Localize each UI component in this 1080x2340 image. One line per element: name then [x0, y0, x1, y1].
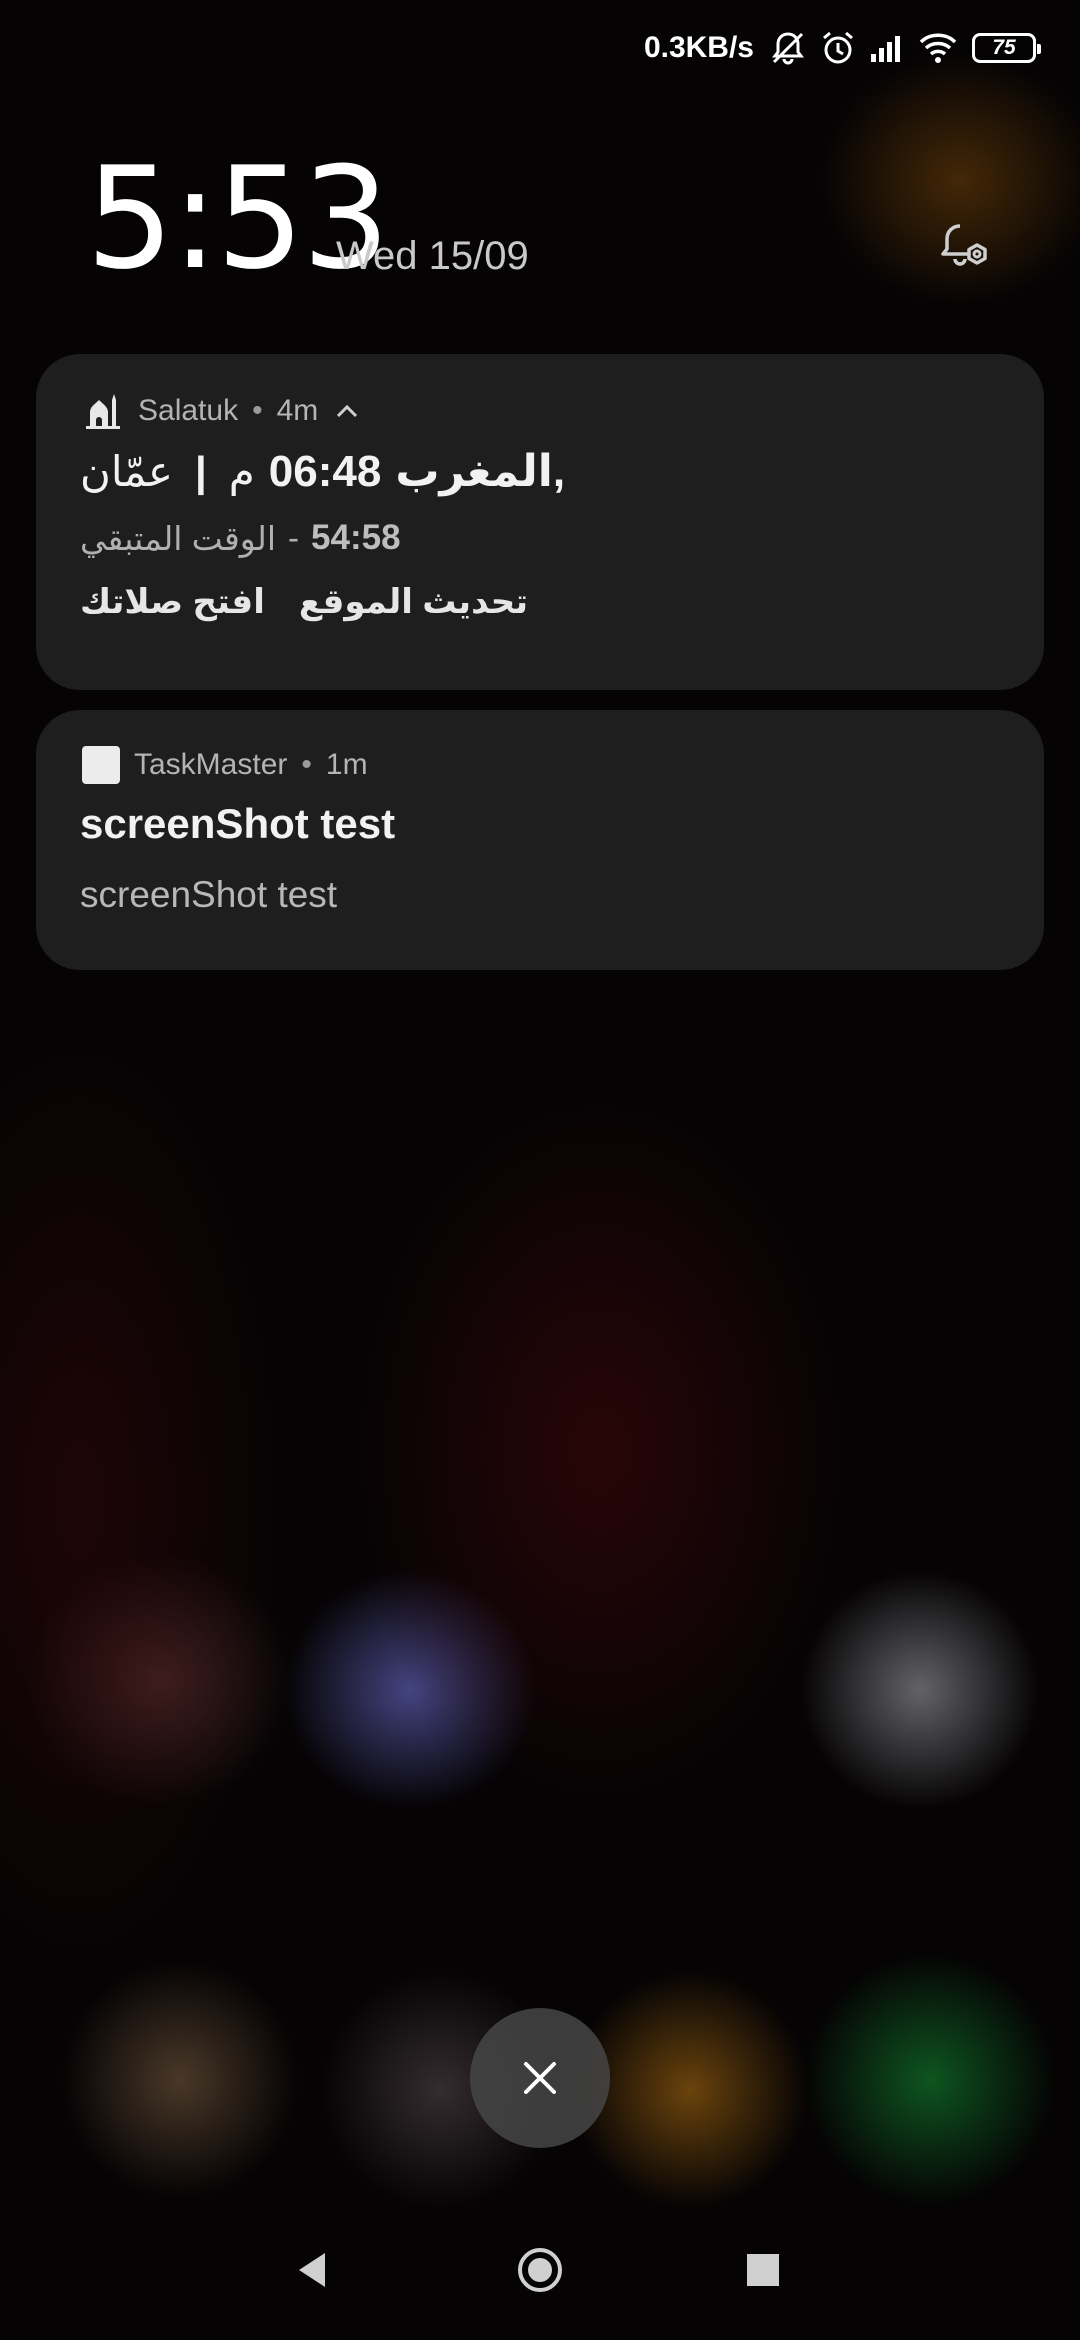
- notification-body: screenShot test: [80, 874, 338, 915]
- navigation-bar: [0, 2240, 1080, 2310]
- wifi-icon: [918, 28, 958, 68]
- notification-header: Salatuk • 4m: [82, 390, 362, 432]
- action-update-location-button[interactable]: تحديث الموقع: [299, 582, 528, 622]
- battery-level: 75: [992, 36, 1016, 59]
- city-name: عمّان: [80, 448, 173, 495]
- network-speed: 0.3KB/s: [643, 31, 754, 64]
- back-button[interactable]: [284, 2240, 344, 2300]
- action-open-salatuk-button[interactable]: افتح صلاتك: [80, 582, 265, 622]
- signal-icon: [868, 28, 908, 68]
- remaining-dash: -: [288, 519, 300, 556]
- prayer-name: المغرب,: [395, 447, 566, 496]
- home-button[interactable]: [510, 2240, 570, 2300]
- notification-title: screenShot test: [80, 800, 396, 847]
- notification-settings-icon[interactable]: [934, 218, 994, 278]
- separator-dot: •: [252, 394, 263, 427]
- recents-button[interactable]: [733, 2240, 793, 2300]
- separator-dot: •: [301, 748, 312, 781]
- back-triangle-icon: [299, 2253, 325, 2287]
- lock-screen: 0.3KB/s 75 5:53 Wed 15/09 Salatuk • 4m ع…: [0, 0, 1080, 2340]
- app-name: Salatuk: [138, 394, 239, 427]
- notification-age: 4m: [276, 394, 319, 427]
- remaining-time: 54:58: [311, 518, 401, 557]
- app-square-icon: [82, 746, 120, 784]
- app-name: TaskMaster: [134, 748, 288, 781]
- prayer-time: 06:48: [268, 446, 382, 496]
- remaining-label: الوقت المتبقي: [80, 519, 277, 557]
- mute-icon: [768, 28, 808, 68]
- close-icon: [524, 2062, 556, 2094]
- title-separator: |: [194, 447, 207, 495]
- notification-actions: افتح صلاتك تحديث الموقع: [80, 582, 528, 622]
- prayer-suffix: م: [228, 448, 255, 495]
- notification-age: 1m: [325, 748, 368, 781]
- notification-header: TaskMaster • 1m: [82, 746, 368, 784]
- lockscreen-date: Wed 15/09: [336, 234, 529, 278]
- chevron-up-icon[interactable]: [332, 396, 362, 426]
- mosque-icon: [82, 390, 124, 432]
- prayer-title: عمّان | م 06:48 المغرب,: [80, 446, 565, 497]
- clear-notifications-button[interactable]: [470, 2008, 610, 2148]
- recents-square-icon: [747, 2254, 779, 2286]
- battery-icon: 75: [972, 33, 1041, 63]
- remaining-time-row: الوقت المتبقي - 54:58: [80, 518, 401, 558]
- alarm-icon: [818, 28, 858, 68]
- home-circle-icon: [518, 2248, 562, 2292]
- status-bar: 0.3KB/s 75: [643, 24, 1041, 72]
